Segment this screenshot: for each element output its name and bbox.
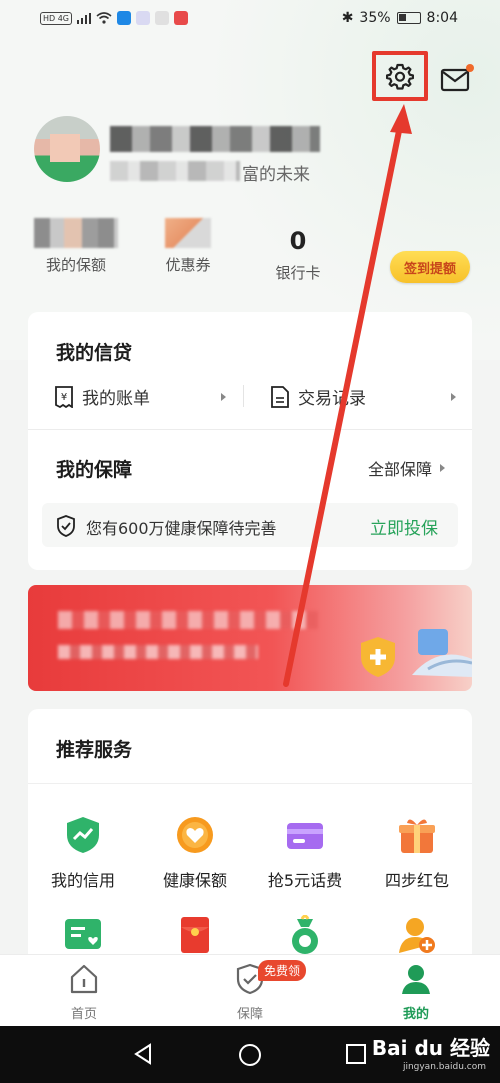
shield-chart-icon (63, 815, 103, 855)
service-item[interactable]: 健康保额 (140, 815, 250, 891)
banner-text-blurred (58, 611, 318, 629)
transactions-item[interactable]: 交易记录 (270, 384, 366, 409)
divider (243, 385, 244, 407)
all-protection-link[interactable]: 全部保障 (368, 456, 446, 480)
slogan-blurred (110, 161, 240, 181)
battery-icon (396, 12, 421, 24)
watermark: Bai du 经验 (371, 1036, 490, 1060)
home-icon (70, 964, 98, 994)
back-icon[interactable] (132, 1043, 154, 1065)
stat-coupon[interactable]: 优惠券 (140, 218, 236, 275)
bank-card-value: 0 (289, 227, 307, 255)
app-notification-icon (155, 11, 170, 25)
receipt-icon: ¥ (55, 385, 73, 408)
credit-title: 我的信贷 (56, 342, 133, 364)
nav-home-label: 首页 (70, 1007, 97, 1022)
all-protection-label: 全部保障 (368, 460, 433, 479)
bottom-nav: 首页 保障 我的 (0, 954, 500, 1026)
gear-icon (386, 63, 414, 90)
svg-text:¥: ¥ (61, 392, 67, 403)
insure-now-button[interactable]: 立即投保 (370, 514, 438, 539)
status-left: HD 4G (40, 11, 189, 25)
system-nav-bar: Bai du 经验 jingyan.baidu.com (0, 1026, 500, 1083)
signal-icon (77, 12, 92, 24)
free-badge: 免费领 (258, 960, 307, 981)
clock: 8:04 (426, 10, 458, 26)
slogan-text: 富的未来 (242, 165, 310, 185)
bluetooth-icon: ✱ (341, 10, 354, 26)
person-add-icon (397, 915, 437, 955)
nav-home[interactable]: 首页 (44, 963, 124, 1022)
service-label: 抢5元话费 (267, 871, 343, 890)
heart-coin-icon (175, 815, 215, 855)
wifi-icon (96, 12, 112, 24)
avatar-face (50, 134, 80, 162)
recents-icon[interactable] (345, 1043, 367, 1065)
green-card-icon (63, 915, 103, 955)
service-item[interactable]: 我的信用 (28, 815, 138, 891)
health-text: 您有600万健康保障待完善 (86, 519, 277, 538)
nav-me-label: 我的 (402, 1007, 429, 1022)
nav-me[interactable]: 我的 (376, 963, 456, 1022)
health-protection-row[interactable]: 您有600万健康保障待完善 立即投保 (42, 503, 458, 547)
app-notification-icon (117, 11, 132, 25)
bank-card-label: 银行卡 (275, 264, 321, 282)
battery-percent: 35% (359, 10, 391, 26)
chevron-right-icon (221, 393, 226, 401)
money-bag-icon (285, 914, 325, 955)
service-label: 我的信用 (50, 871, 115, 890)
bill-item[interactable]: ¥ 我的账单 (54, 384, 150, 409)
gift-icon (397, 815, 437, 855)
services-title: 推荐服务 (56, 739, 133, 761)
shield-check-icon (57, 515, 75, 537)
protection-title: 我的保障 (56, 459, 133, 481)
avatar[interactable] (34, 116, 100, 182)
person-icon (402, 965, 430, 994)
nav-protection-label: 保障 (236, 1007, 263, 1022)
app-notification-icon (174, 11, 189, 25)
guarantee-label: 我的保额 (45, 256, 106, 274)
unread-dot (466, 64, 474, 72)
divider (28, 429, 472, 430)
status-bar: HD 4G ✱ 35% 8:04 (0, 0, 500, 40)
service-item[interactable]: 抢5元话费 (250, 815, 360, 891)
app-notification-icon (136, 11, 151, 25)
bill-label: 我的账单 (82, 389, 150, 409)
stat-bank-card[interactable]: 0 银行卡 (250, 226, 346, 283)
promo-banner[interactable] (28, 585, 472, 691)
shield-plus-icon (361, 637, 395, 677)
username-blurred (110, 126, 320, 152)
mail-icon (440, 68, 470, 92)
service-item[interactable]: 四步红包 (362, 815, 472, 891)
service-label: 四步红包 (384, 871, 449, 890)
chevron-right-icon (440, 464, 446, 472)
guarantee-value-blurred (34, 218, 118, 248)
document-icon (271, 385, 289, 408)
network-badge: HD 4G (40, 11, 73, 25)
chevron-right-icon (451, 393, 456, 401)
purple-card-icon (285, 815, 325, 855)
coupon-label: 优惠券 (165, 256, 211, 274)
transactions-label: 交易记录 (298, 389, 366, 409)
stat-guarantee[interactable]: 我的保额 (28, 218, 124, 275)
coupon-value-blurred (165, 218, 211, 248)
red-envelope-icon (175, 915, 215, 955)
settings-button[interactable] (372, 51, 428, 101)
service-label: 健康保额 (162, 871, 227, 890)
watermark-url: jingyan.baidu.com (402, 1062, 486, 1072)
signin-button[interactable]: 签到提额 (390, 251, 470, 283)
status-right: ✱ 35% 8:04 (342, 10, 458, 26)
home-circle-icon[interactable] (238, 1043, 262, 1067)
train-icon (412, 629, 472, 677)
mail-button[interactable] (440, 64, 474, 96)
divider (28, 783, 472, 784)
banner-subtext-blurred (58, 645, 258, 659)
